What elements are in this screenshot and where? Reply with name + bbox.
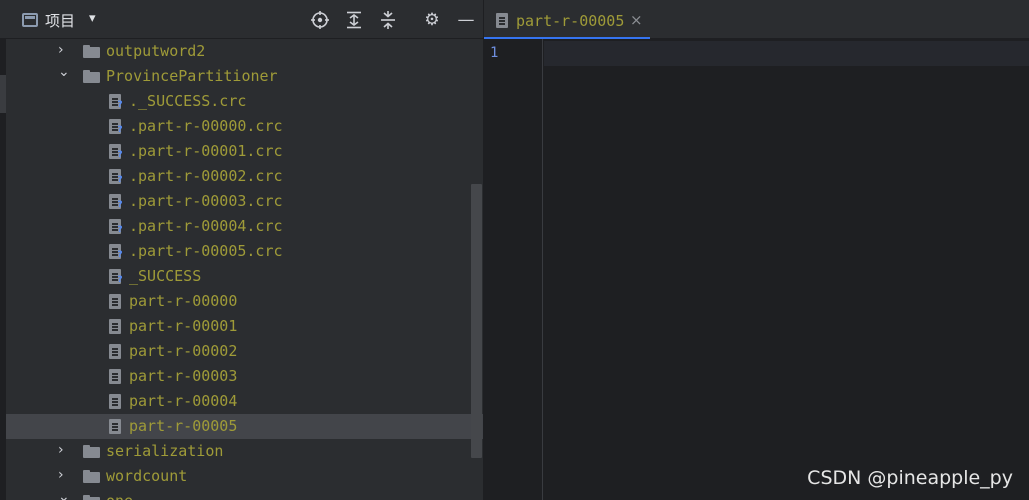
folder-icon <box>83 495 100 500</box>
tree-item-label: .part-r-00004.crc <box>129 217 283 235</box>
tree-file-row[interactable]: ? .part-r-00003.crc <box>6 189 471 214</box>
question-badge-icon: ? <box>117 250 123 260</box>
tree-file-row[interactable]: ? .part-r-00000.crc <box>6 114 471 139</box>
text-file-icon <box>109 369 121 384</box>
text-file-icon <box>109 419 121 434</box>
project-panel-header: 项目 ▾ ⚙ — <box>0 0 483 39</box>
text-file-icon <box>109 319 121 334</box>
collapse-all-button[interactable] <box>377 9 399 31</box>
line-gutter <box>484 39 543 500</box>
question-badge-icon: ? <box>117 125 123 135</box>
tree-folder-row[interactable]: › outputword2 <box>6 39 471 64</box>
text-file-icon <box>496 13 508 28</box>
text-file-icon <box>109 344 121 359</box>
tree-file-row[interactable]: ? .part-r-00001.crc <box>6 139 471 164</box>
target-icon <box>311 11 329 29</box>
chevron-right-icon[interactable]: › <box>58 442 64 458</box>
tree-file-row[interactable]: ? .part-r-00004.crc <box>6 214 471 239</box>
text-file-icon <box>109 294 121 309</box>
chevron-down-icon[interactable]: ▾ <box>89 11 96 26</box>
question-badge-icon: ? <box>117 200 123 210</box>
tree-folder-row[interactable]: ⌄ one <box>6 489 471 500</box>
folder-icon <box>83 70 100 83</box>
line-number: 1 <box>490 45 499 61</box>
tree-item-label: .part-r-00002.crc <box>129 167 283 185</box>
tree-file-row[interactable]: part-r-00005 <box>6 414 483 439</box>
tree-item-label: _SUCCESS <box>129 267 202 285</box>
question-badge-icon: ? <box>117 100 123 110</box>
tree-file-row[interactable]: part-r-00003 <box>6 364 471 389</box>
project-tree: › outputword2 ⌄ ProvincePartitioner? ._SUCCE… <box>0 39 483 500</box>
tab-label: part-r-00005 <box>516 12 625 30</box>
folder-icon <box>83 445 100 458</box>
editor: part-r-00005 × 1 <box>484 0 1029 500</box>
tree-file-row[interactable]: part-r-00000 <box>6 289 471 314</box>
folder-icon <box>83 470 100 483</box>
project-window-icon <box>22 13 38 27</box>
tree-item-label: part-r-00005 <box>129 417 238 435</box>
collapse-all-icon <box>381 11 395 29</box>
tree-item-label: ._SUCCESS.crc <box>129 92 247 110</box>
chevron-right-icon[interactable]: › <box>58 42 64 58</box>
question-badge-icon: ? <box>117 225 123 235</box>
tree-file-row[interactable]: ? .part-r-00002.crc <box>6 164 471 189</box>
tree-item-label: .part-r-00000.crc <box>129 117 283 135</box>
gear-icon: ⚙ <box>424 10 440 30</box>
tree-file-row[interactable]: part-r-00004 <box>6 389 471 414</box>
expand-all-button[interactable] <box>343 9 365 31</box>
tree-item-label: outputword2 <box>106 42 206 60</box>
tree-scrollbar[interactable] <box>471 184 482 458</box>
question-badge-icon: ? <box>117 150 123 160</box>
close-icon[interactable]: × <box>630 11 643 29</box>
tab-part-r-00005[interactable]: part-r-00005 × <box>484 0 650 39</box>
tree-item-label: part-r-00004 <box>129 392 238 410</box>
tree-item-label: .part-r-00003.crc <box>129 192 283 210</box>
tree-item-label: .part-r-00001.crc <box>129 142 283 160</box>
minimize-icon: — <box>457 10 475 30</box>
tree-item-label: part-r-00001 <box>129 317 238 335</box>
current-line-highlight[interactable] <box>544 41 1029 66</box>
tree-item-label: part-r-00002 <box>129 342 238 360</box>
tree-file-row[interactable]: part-r-00002 <box>6 339 471 364</box>
chevron-down-icon[interactable]: ⌄ <box>58 489 70 500</box>
tree-file-row[interactable]: ? _SUCCESS <box>6 264 471 289</box>
minimize-button[interactable]: — <box>455 9 477 31</box>
tree-file-row[interactable]: ? .part-r-00005.crc <box>6 239 471 264</box>
tree-item-label: wordcount <box>106 467 188 485</box>
folder-icon <box>83 45 100 58</box>
question-badge-icon: ? <box>117 175 123 185</box>
tree-item-label: part-r-00000 <box>129 292 238 310</box>
tree-item-label: .part-r-00005.crc <box>129 242 283 260</box>
tree-folder-row[interactable]: ⌄ ProvincePartitioner <box>6 64 471 89</box>
expand-all-icon <box>347 11 361 29</box>
question-badge-icon: ? <box>117 275 123 285</box>
chevron-down-icon[interactable]: ⌄ <box>58 64 70 80</box>
tree-folder-row[interactable]: › wordcount <box>6 464 471 489</box>
chevron-right-icon[interactable]: › <box>58 467 64 483</box>
editor-tab-bar: part-r-00005 × <box>484 0 1029 39</box>
tree-item-label: ProvincePartitioner <box>106 67 278 85</box>
text-file-icon <box>109 394 121 409</box>
project-panel: 项目 ▾ ⚙ — › outputword2 ⌄ ProvincePartiti… <box>0 0 483 500</box>
watermark: CSDN @pineapple_py <box>807 467 1013 489</box>
tree-file-row[interactable]: ? ._SUCCESS.crc <box>6 89 471 114</box>
locate-file-button[interactable] <box>309 9 331 31</box>
panel-title[interactable]: 项目 <box>45 10 75 31</box>
tree-item-label: one <box>106 492 133 500</box>
tree-file-row[interactable]: part-r-00001 <box>6 314 471 339</box>
tree-item-label: part-r-00003 <box>129 367 238 385</box>
tree-item-label: serialization <box>106 442 224 460</box>
tree-folder-row[interactable]: › serialization <box>6 439 471 464</box>
settings-button[interactable]: ⚙ <box>421 9 443 31</box>
